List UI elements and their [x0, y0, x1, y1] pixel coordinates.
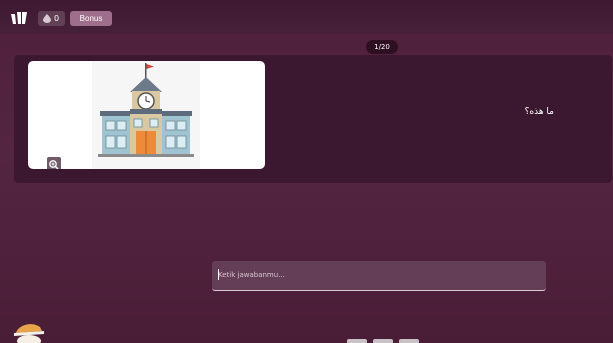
answer-box[interactable]: [212, 261, 546, 291]
bottom-control: [347, 339, 367, 343]
question-counter: 1/20: [366, 40, 398, 54]
question-image[interactable]: [28, 61, 265, 169]
bonus-button[interactable]: Bonus: [70, 11, 112, 26]
bottom-control: [399, 339, 419, 343]
school-building-icon: [98, 63, 194, 157]
image-backdrop: [92, 61, 200, 169]
question-text: ما هذه؟: [524, 107, 554, 117]
powerups-chip[interactable]: 0: [38, 11, 65, 26]
drop-icon: [43, 14, 51, 23]
quizizz-logo-icon[interactable]: [10, 10, 28, 26]
powerups-count: 0: [54, 14, 60, 23]
text-caret: [218, 269, 219, 280]
question-card: ما هذه؟: [14, 55, 612, 183]
bottom-control: [373, 339, 393, 343]
mascot-icon: [14, 324, 44, 343]
answer-input[interactable]: [218, 267, 538, 283]
zoom-button[interactable]: [47, 157, 61, 169]
zoom-in-icon: [49, 160, 59, 169]
top-bar: 0 Bonus: [0, 0, 613, 34]
